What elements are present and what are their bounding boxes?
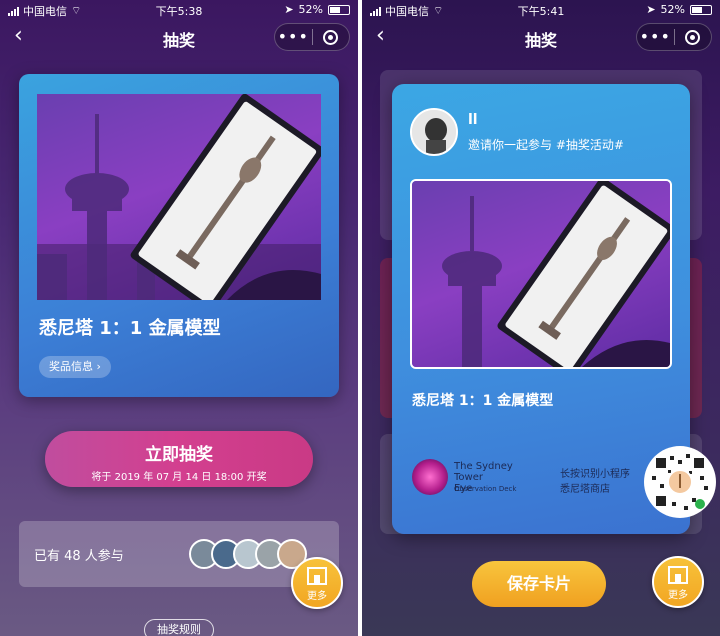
ellipsis-icon[interactable]: ••• xyxy=(275,27,312,47)
target-icon[interactable] xyxy=(313,29,350,45)
sydney-tower-illustration xyxy=(442,181,670,367)
logo-mark-icon xyxy=(412,459,448,495)
prize-image xyxy=(412,181,670,367)
invite-text: 邀请你一起参与 #抽奖活动# xyxy=(468,138,624,152)
more-button[interactable]: 更多 xyxy=(652,556,704,608)
user-avatar-image xyxy=(412,110,456,154)
mini-program-capsule: ••• xyxy=(636,23,712,51)
qr-code-icon xyxy=(652,454,708,510)
draw-button[interactable]: 立即抽奖 将于 2019 年 07 月 14 日 18:00 开奖 xyxy=(45,431,313,487)
battery-icon xyxy=(690,4,712,15)
draw-time-text: 将于 2019 年 07 月 14 日 18:00 开奖 xyxy=(91,472,267,483)
prize-title: 悉尼塔 1：1 金属模型 xyxy=(412,393,554,409)
location-icon: ➤ xyxy=(646,3,656,16)
sydney-tower-illustration xyxy=(37,94,321,300)
draw-button-label: 立即抽奖 xyxy=(145,445,213,465)
prize-info-button[interactable]: 奖品信息 › xyxy=(39,356,111,378)
prize-title: 悉尼塔 1：1 金属模型 xyxy=(39,318,221,339)
right-screen: 中国电信 ⌔ 下午5:41 ➤ 52% ‹ 抽奖 ••• ll 邀请你一起参与 … xyxy=(362,0,720,636)
prize-card[interactable]: 悉尼塔 1：1 金属模型 奖品信息 › xyxy=(19,74,339,397)
status-bar: 中国电信 ⌔ 下午5:38 ➤ 52% xyxy=(0,0,358,20)
sydney-tower-logo: The Sydney Tower Eye Observation Deck xyxy=(412,459,532,499)
target-icon[interactable] xyxy=(675,29,712,45)
mini-program-capsule: ••• xyxy=(274,23,350,51)
battery-percent: 52% xyxy=(660,3,685,16)
status-right: ➤ 52% xyxy=(646,3,712,16)
share-card: ll 邀请你一起参与 #抽奖活动# 悉尼塔 1：1 金属模型 The Sydne… xyxy=(392,84,716,534)
more-button-label: 更多 xyxy=(307,591,327,602)
more-button[interactable]: 更多 xyxy=(291,557,343,609)
avatar xyxy=(410,108,458,156)
store-icon xyxy=(668,566,688,584)
logo-subtext: Observation Deck xyxy=(454,485,517,493)
status-right: ➤ 52% xyxy=(284,3,350,16)
battery-percent: 52% xyxy=(298,3,323,16)
store-icon xyxy=(307,567,327,585)
more-button-label: 更多 xyxy=(668,590,688,601)
nav-bar: ‹ 抽奖 ••• xyxy=(0,20,358,54)
rules-button[interactable]: 抽奖规则 xyxy=(144,619,214,636)
prize-image-frame xyxy=(410,179,672,369)
participant-count: 已有 48 人参与 xyxy=(34,549,124,564)
prize-image xyxy=(37,94,321,300)
scan-hint: 长按识别小程序 悉尼塔商店 xyxy=(560,469,630,495)
ellipsis-icon[interactable]: ••• xyxy=(637,27,674,47)
status-bar: 中国电信 ⌔ 下午5:41 ➤ 52% xyxy=(362,0,720,20)
nav-bar: ‹ 抽奖 ••• xyxy=(362,20,720,54)
left-screen: 中国电信 ⌔ 下午5:38 ➤ 52% ‹ 抽奖 ••• 悉尼塔 1：1 金属模… xyxy=(0,0,358,636)
user-name: ll xyxy=(468,112,478,128)
mini-program-code xyxy=(644,446,716,518)
location-icon: ➤ xyxy=(284,3,294,16)
battery-icon xyxy=(328,4,350,15)
save-card-button[interactable]: 保存卡片 xyxy=(472,561,606,607)
